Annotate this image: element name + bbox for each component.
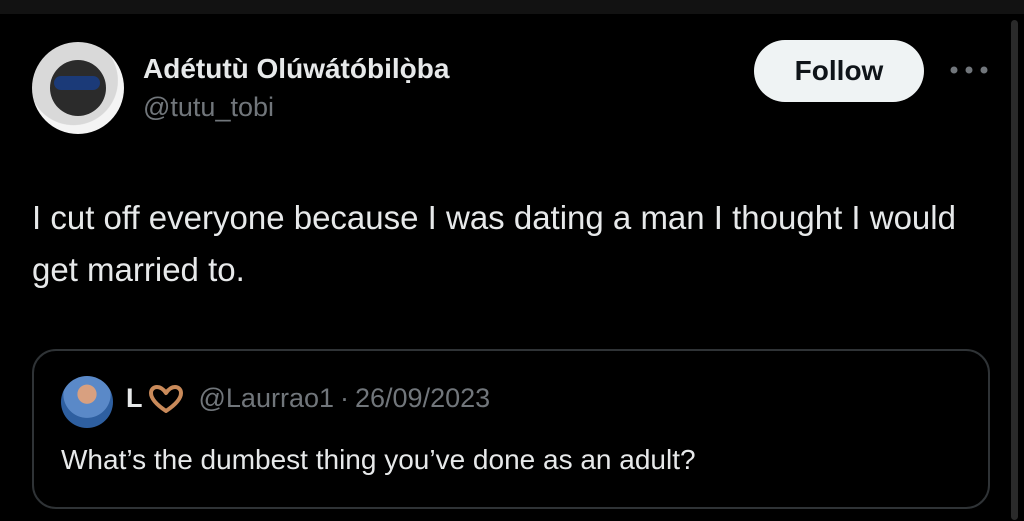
quoted-author-name[interactable]: L [126, 383, 143, 414]
author-handle[interactable]: @tutu_tobi [143, 92, 274, 123]
top-status-strip [0, 0, 1024, 14]
author-display-name[interactable]: Adétutù Olúwátóbilọ̀ba [143, 53, 449, 85]
quoted-author-handle[interactable]: @Laurrao1 [199, 383, 335, 414]
author-avatar[interactable] [32, 42, 124, 134]
quoted-separator: · [340, 383, 349, 413]
quoted-author-avatar[interactable] [61, 376, 113, 428]
more-horizontal-icon[interactable] [948, 55, 990, 85]
heart-hands-icon [148, 384, 183, 413]
tweet-text: I cut off everyone because I was dating … [32, 199, 956, 288]
quoted-tweet-card[interactable]: L @Laurrao1 · 26/09/2023 What’s the dumb… [32, 349, 990, 509]
quoted-tweet-date[interactable]: 26/09/2023 [355, 383, 490, 414]
quoted-tweet-header: L @Laurrao1 · 26/09/2023 [126, 383, 490, 414]
quoted-tweet-text: What’s the dumbest thing you’ve done as … [61, 444, 696, 475]
avatar-glasses-shape [54, 76, 100, 90]
scrollbar[interactable] [1011, 20, 1018, 520]
follow-button[interactable]: Follow [754, 40, 924, 102]
